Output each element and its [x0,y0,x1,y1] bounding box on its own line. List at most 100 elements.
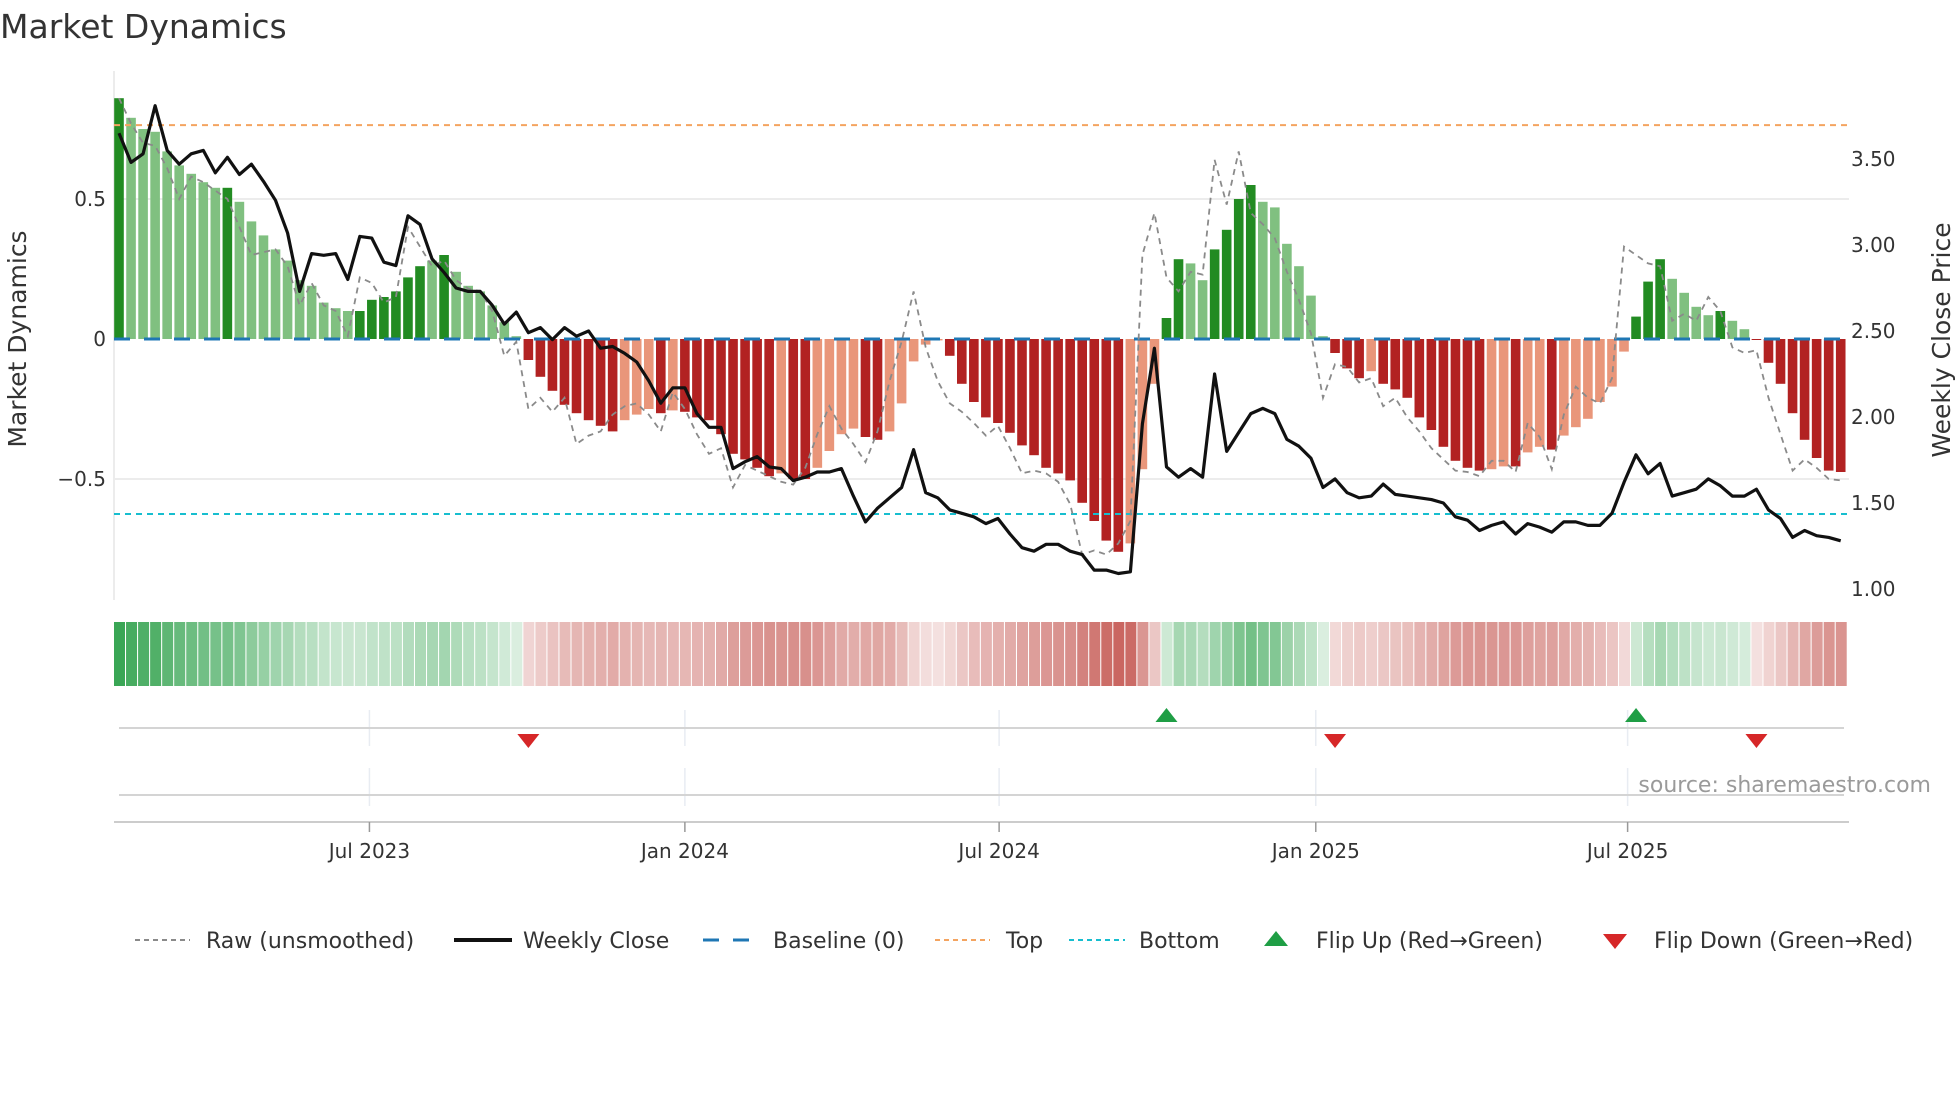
strip-cell [270,622,282,686]
dynamics-bar [1571,339,1581,428]
strip-cell [1209,622,1221,686]
flip-down-marker [1324,734,1347,748]
strip-cell [728,622,740,686]
strip-cell [956,622,968,686]
dynamics-bar [957,339,967,384]
strip-cell [1751,622,1763,686]
strip-cell [427,622,439,686]
dynamics-bar [367,299,377,339]
strip-cell [595,622,607,686]
strip-cell [655,622,667,686]
x-tick-label: Jul 2023 [327,839,410,863]
strip-cell [150,622,162,686]
strip-cell [475,622,487,686]
strip-cell [1643,622,1655,686]
strip-cell [198,622,210,686]
y-tick-label: 0.5 [74,187,106,211]
strip-cell [1221,622,1233,686]
strip-cell [1053,622,1065,686]
y-tick-label: −0.5 [57,467,106,491]
x-tick-label: Jul 2025 [1585,839,1668,863]
strip-cell [547,622,559,686]
dynamics-bar [379,297,389,339]
dynamics-bar [1113,339,1124,552]
dynamics-bar [306,285,317,339]
y2-tick-label: 2.00 [1851,405,1896,429]
dynamics-bar [764,339,774,477]
strip-cell [848,622,860,686]
dynamics-bar [138,129,148,339]
strip-cell [932,622,944,686]
dynamics-bar [1559,339,1569,436]
strip-cell [1703,622,1715,686]
dynamics-bar [1462,339,1473,468]
dynamics-bar [1173,259,1184,339]
strip-cell [523,622,535,686]
dynamics-bar [728,339,738,454]
dynamics-bar [234,201,245,339]
dynamics-bar [1787,339,1798,414]
strip-cell [1161,622,1173,686]
strip-cell [1004,622,1016,686]
legend-raw-label: Raw (unsmoothed) [206,929,414,954]
dynamics-bar [186,173,197,339]
dynamics-bar [547,339,558,391]
strip-cell [126,622,138,686]
dynamics-bar [1294,266,1304,339]
strip-cell [318,622,330,686]
dynamics-bar [1366,339,1376,372]
x-tick-label: Jan 2025 [1270,839,1360,863]
strip-cell [812,622,824,686]
flip-up-marker [1155,708,1178,722]
heat-strip [114,622,1847,686]
strip-cell [1149,622,1161,686]
strip-cell [511,622,523,686]
dynamics-bar [1631,316,1641,339]
dynamics-bar [222,187,233,339]
strip-cell [607,622,619,686]
strip-cell [402,622,414,686]
dynamics-bar [860,339,871,437]
strip-cell [1269,622,1281,686]
strip-cell [1691,622,1703,686]
strip-cell [246,622,258,686]
dynamics-bar [1799,339,1810,440]
dynamics-bar [1053,339,1063,474]
strip-cell [824,622,836,686]
strip-cell [776,622,788,686]
strip-cell [1739,622,1751,686]
dynamics-bar [1619,339,1629,352]
strip-cell [487,622,499,686]
strip-cell [1558,622,1570,686]
dynamics-bar [668,339,678,411]
strip-cell [1173,622,1185,686]
dynamics-bar [704,339,714,421]
dynamics-bar [1330,339,1340,353]
strip-cell [1390,622,1402,686]
y2-tick-label: 1.00 [1851,577,1896,601]
strip-cell [1065,622,1077,686]
strip-cell [1402,622,1414,686]
dynamics-bar [896,339,907,404]
x-axis: Jul 2023 Jan 2024 Jul 2024 Jan 2025 Jul 2025 [114,821,1849,863]
legend-flip-down-label: Flip Down (Green→Red) [1654,929,1913,954]
strip-cell [619,622,631,686]
strip-cell [1631,622,1643,686]
dynamics-bar [427,260,437,339]
strip-cell [1185,622,1197,686]
strip-cell [1594,622,1606,686]
strip-cell [1293,622,1305,686]
strip-cell [354,622,366,686]
strip-cell [1089,622,1101,686]
strip-cell [210,622,222,686]
strip-cell [1510,622,1522,686]
strip-cell [1606,622,1618,686]
strip-cell [1077,622,1089,686]
legend: Raw (unsmoothed) Weekly Close Baseline (… [135,929,1913,954]
strip-cell [788,622,800,686]
strip-cell [1799,622,1811,686]
dynamics-bar [1282,243,1292,339]
dynamics-bar [680,339,690,412]
strip-cell [1474,622,1486,686]
dynamics-bar [1546,339,1557,450]
